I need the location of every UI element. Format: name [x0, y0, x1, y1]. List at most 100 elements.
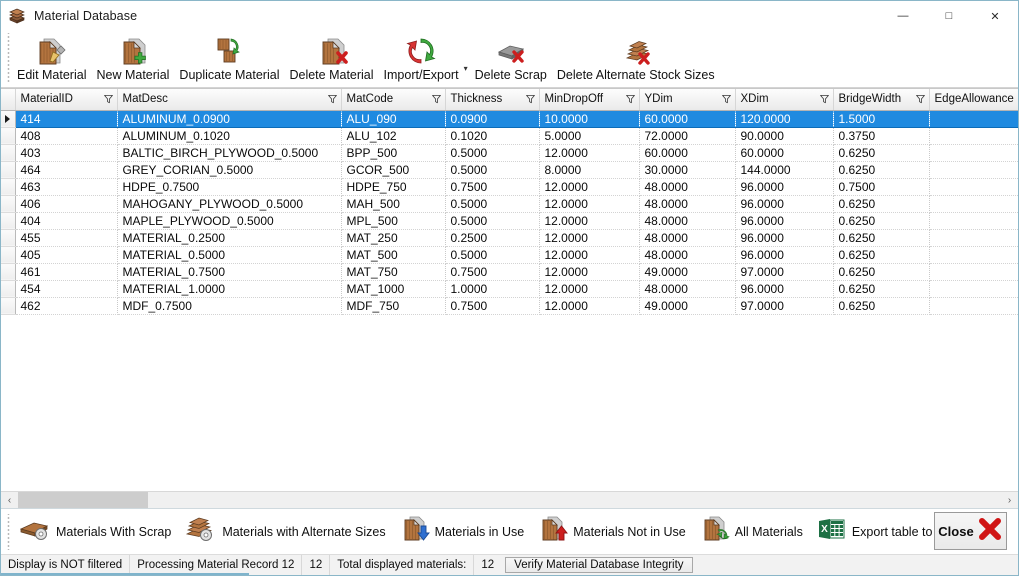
row-header-cell[interactable]: [1, 297, 15, 314]
cell-mindropoff[interactable]: 12.0000: [539, 297, 639, 314]
row-header-cell[interactable]: [1, 161, 15, 178]
cell-ydim[interactable]: 60.0000: [639, 110, 735, 127]
cell-matdesc[interactable]: ALUMINUM_0.1020: [117, 127, 341, 144]
filter-icon[interactable]: [820, 95, 829, 104]
cell-thickness[interactable]: 0.7500: [445, 178, 539, 195]
cell-thickness[interactable]: 0.1020: [445, 127, 539, 144]
cell-materialid[interactable]: 463: [15, 178, 117, 195]
cell-materialid[interactable]: 405: [15, 246, 117, 263]
cell-materialid[interactable]: 414: [15, 110, 117, 127]
maximize-button[interactable]: □: [926, 1, 972, 31]
cell-matdesc[interactable]: MDF_0.7500: [117, 297, 341, 314]
cell-materialid[interactable]: 404: [15, 212, 117, 229]
row-header-cell[interactable]: [1, 246, 15, 263]
cell-edgeallowance[interactable]: [929, 263, 1018, 280]
cell-matcode[interactable]: MAH_500: [341, 195, 445, 212]
cell-edgeallowance[interactable]: [929, 297, 1018, 314]
cell-edgeallowance[interactable]: [929, 212, 1018, 229]
cell-materialid[interactable]: 462: [15, 297, 117, 314]
cell-ydim[interactable]: 48.0000: [639, 212, 735, 229]
cell-ydim[interactable]: 60.0000: [639, 144, 735, 161]
cell-bridgewidth[interactable]: 0.6250: [833, 161, 929, 178]
cell-matcode[interactable]: MAT_500: [341, 246, 445, 263]
cell-xdim[interactable]: 96.0000: [735, 195, 833, 212]
verify-material-database-integrity-button[interactable]: Verify Material Database Integrity: [505, 557, 692, 573]
minimize-button[interactable]: —: [880, 1, 926, 31]
cell-bridgewidth[interactable]: 0.3750: [833, 127, 929, 144]
cell-ydim[interactable]: 48.0000: [639, 195, 735, 212]
cell-mindropoff[interactable]: 12.0000: [539, 263, 639, 280]
cell-thickness[interactable]: 0.7500: [445, 297, 539, 314]
column-header-matcode[interactable]: MatCode: [341, 89, 445, 110]
table-row[interactable]: 463HDPE_0.7500HDPE_7500.750012.000048.00…: [1, 178, 1018, 195]
row-header-cell[interactable]: [1, 144, 15, 161]
cell-matdesc[interactable]: GREY_CORIAN_0.5000: [117, 161, 341, 178]
cell-xdim[interactable]: 97.0000: [735, 297, 833, 314]
cell-mindropoff[interactable]: 12.0000: [539, 246, 639, 263]
cell-edgeallowance[interactable]: [929, 195, 1018, 212]
cell-thickness[interactable]: 0.0900: [445, 110, 539, 127]
scroll-left-icon[interactable]: ‹: [1, 492, 18, 508]
cell-bridgewidth[interactable]: 1.5000: [833, 110, 929, 127]
cell-xdim[interactable]: 144.0000: [735, 161, 833, 178]
cell-materialid[interactable]: 464: [15, 161, 117, 178]
table-row[interactable]: 464GREY_CORIAN_0.5000GCOR_5000.50008.000…: [1, 161, 1018, 178]
duplicate-material-button[interactable]: Duplicate Material: [174, 31, 284, 85]
table-row[interactable]: 414ALUMINUM_0.0900ALU_0900.090010.000060…: [1, 110, 1018, 127]
toolbar-drag-grip[interactable]: [5, 33, 12, 83]
cell-matcode[interactable]: GCOR_500: [341, 161, 445, 178]
cell-bridgewidth[interactable]: 0.6250: [833, 263, 929, 280]
horizontal-scrollbar[interactable]: ‹ ›: [1, 491, 1018, 508]
cell-edgeallowance[interactable]: [929, 144, 1018, 161]
column-header-matdesc[interactable]: MatDesc: [117, 89, 341, 110]
cell-matcode[interactable]: BPP_500: [341, 144, 445, 161]
column-header-bridgewidth[interactable]: BridgeWidth: [833, 89, 929, 110]
cell-mindropoff[interactable]: 8.0000: [539, 161, 639, 178]
row-header-cell[interactable]: [1, 178, 15, 195]
cell-ydim[interactable]: 30.0000: [639, 161, 735, 178]
edit-material-button[interactable]: Edit Material: [12, 31, 91, 85]
cell-xdim[interactable]: 96.0000: [735, 229, 833, 246]
import-export-dropdown-arrow[interactable]: ▾: [464, 46, 468, 73]
scrollbar-thumb[interactable]: [18, 492, 148, 508]
cell-matcode[interactable]: MAT_750: [341, 263, 445, 280]
filter-icon[interactable]: [432, 95, 441, 104]
cell-xdim[interactable]: 120.0000: [735, 110, 833, 127]
cell-matcode[interactable]: MDF_750: [341, 297, 445, 314]
column-header-edgeallowance[interactable]: EdgeAllowance: [929, 89, 1018, 110]
cell-materialid[interactable]: 408: [15, 127, 117, 144]
delete-material-button[interactable]: Delete Material: [284, 31, 378, 85]
cell-thickness[interactable]: 0.7500: [445, 263, 539, 280]
column-header-materialid[interactable]: MaterialID: [15, 89, 117, 110]
cell-thickness[interactable]: 0.5000: [445, 161, 539, 178]
table-row[interactable]: 404MAPLE_PLYWOOD_0.5000MPL_5000.500012.0…: [1, 212, 1018, 229]
cell-materialid[interactable]: 455: [15, 229, 117, 246]
cell-xdim[interactable]: 90.0000: [735, 127, 833, 144]
cell-matdesc[interactable]: ALUMINUM_0.0900: [117, 110, 341, 127]
cell-mindropoff[interactable]: 12.0000: [539, 144, 639, 161]
table-row[interactable]: 408ALUMINUM_0.1020ALU_1020.10205.000072.…: [1, 127, 1018, 144]
cell-ydim[interactable]: 48.0000: [639, 246, 735, 263]
cell-thickness[interactable]: 0.2500: [445, 229, 539, 246]
delete-scrap-button[interactable]: Delete Scrap: [470, 31, 552, 85]
filter-icon[interactable]: [104, 95, 113, 104]
table-row[interactable]: 461MATERIAL_0.7500MAT_7500.750012.000049…: [1, 263, 1018, 280]
cell-edgeallowance[interactable]: [929, 127, 1018, 144]
cell-thickness[interactable]: 0.5000: [445, 195, 539, 212]
cell-xdim[interactable]: 96.0000: [735, 246, 833, 263]
cell-matdesc[interactable]: HDPE_0.7500: [117, 178, 341, 195]
cell-bridgewidth[interactable]: 0.6250: [833, 280, 929, 297]
table-row[interactable]: 405MATERIAL_0.5000MAT_5000.500012.000048…: [1, 246, 1018, 263]
cell-bridgewidth[interactable]: 0.6250: [833, 297, 929, 314]
all-materials-button[interactable]: All Materials: [693, 513, 810, 551]
cell-thickness[interactable]: 1.0000: [445, 280, 539, 297]
cell-xdim[interactable]: 96.0000: [735, 212, 833, 229]
column-header-xdim[interactable]: XDim: [735, 89, 833, 110]
cell-ydim[interactable]: 48.0000: [639, 178, 735, 195]
row-header-cell[interactable]: [1, 229, 15, 246]
row-header-cell[interactable]: [1, 212, 15, 229]
cell-matdesc[interactable]: MATERIAL_1.0000: [117, 280, 341, 297]
cell-xdim[interactable]: 60.0000: [735, 144, 833, 161]
cell-xdim[interactable]: 96.0000: [735, 178, 833, 195]
materials-with-alternate-sizes-button[interactable]: Materials with Alternate Sizes: [178, 513, 392, 551]
